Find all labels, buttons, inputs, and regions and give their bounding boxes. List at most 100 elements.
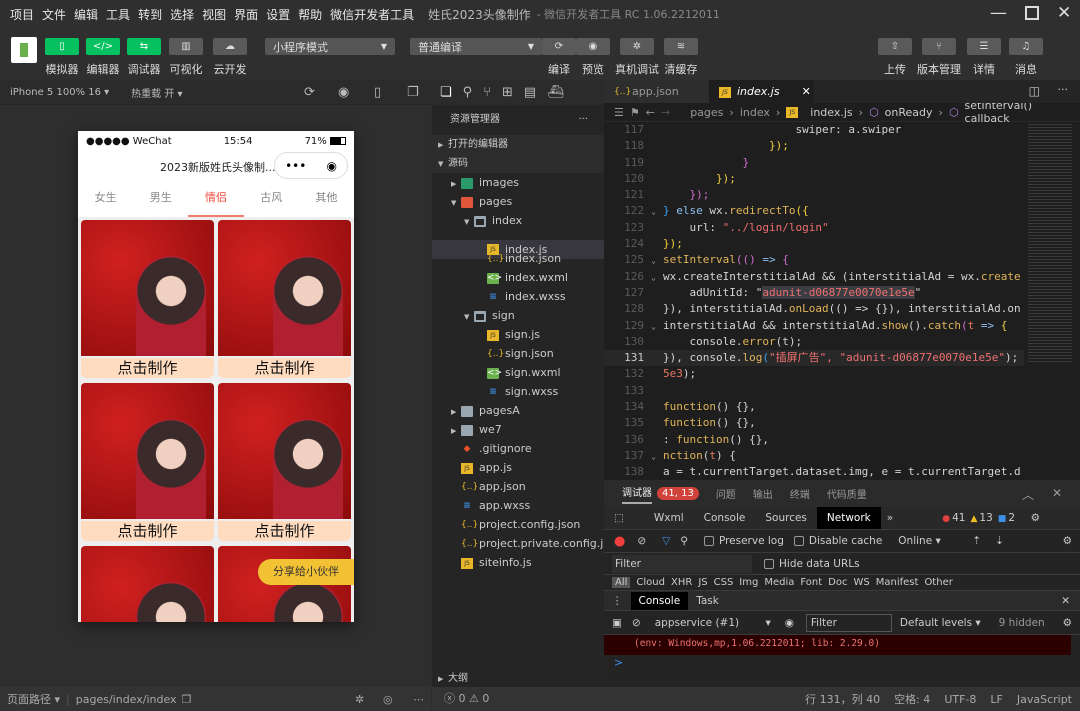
fold-chevron-icon[interactable]: ⌄ xyxy=(644,204,663,220)
code-line[interactable]: 122 ⌄} else wx.redirectTo({ xyxy=(604,203,1024,219)
menu-item[interactable]: 工具 xyxy=(106,6,130,23)
code-line[interactable]: 119 } xyxy=(604,155,1024,171)
clear-icon[interactable]: ⊘ xyxy=(637,535,646,547)
more-icon[interactable]: ··· xyxy=(1058,83,1069,96)
copy-icon[interactable]: ❐ xyxy=(182,693,192,706)
code-line[interactable]: 128}), interstitialAd.onLoad(() => {}), … xyxy=(604,301,1024,317)
line-ending[interactable]: LF xyxy=(990,693,1002,706)
fold-chevron-icon[interactable]: ⌄ xyxy=(644,449,663,465)
code-line[interactable]: 120 }); xyxy=(604,171,1024,187)
file-tree-item[interactable]: {..}index.json xyxy=(432,249,604,268)
menu-item[interactable]: 文件 xyxy=(42,6,66,23)
breadcrumb-item[interactable]: onReady xyxy=(885,106,933,119)
clear-console-icon[interactable]: ⊘ xyxy=(632,617,641,629)
code-line[interactable]: 130 console.error(t); xyxy=(604,334,1024,350)
close-icon[interactable]: ✕ xyxy=(1052,486,1062,500)
throttle-select[interactable]: Online ▾ xyxy=(898,535,958,547)
type-filter[interactable]: XHR xyxy=(671,577,692,588)
code-line[interactable]: 137 ⌄ nction(t) { xyxy=(604,448,1024,464)
cursor-position[interactable]: 行 131，列 40 xyxy=(805,691,880,707)
device-select[interactable]: iPhone 5 100% 16 ▾ xyxy=(10,87,109,98)
mode-select[interactable]: 小程序模式 ▼ xyxy=(265,38,395,55)
search-icon[interactable]: ⚲ xyxy=(463,85,473,100)
language-mode[interactable]: JavaScript xyxy=(1017,693,1072,706)
devtools-tab[interactable]: 输出 xyxy=(753,486,773,501)
inspect-icon[interactable]: ⬚ xyxy=(614,512,624,524)
eye-button[interactable]: ◉ xyxy=(576,38,610,55)
file-tree-item[interactable]: ≡ index.wxss xyxy=(432,287,604,306)
type-filter[interactable]: Font xyxy=(800,577,822,588)
file-tree-item[interactable]: <> sign.wxml xyxy=(432,363,604,382)
more-panels-icon[interactable]: » xyxy=(887,512,893,524)
outline-section[interactable]: ▶ 大纲 xyxy=(432,671,604,687)
code-line[interactable]: 125 ⌄ setInterval(() => { xyxy=(604,252,1024,268)
avatar-image[interactable] xyxy=(218,383,351,519)
maximize-button[interactable] xyxy=(1025,6,1039,20)
type-filter[interactable]: Media xyxy=(764,577,794,588)
phone-button[interactable]: ▯ xyxy=(45,38,79,55)
drawer-tab[interactable]: Console xyxy=(630,591,689,610)
live-expression-icon[interactable]: ◉ xyxy=(785,617,794,629)
devtools-tab[interactable]: 调试器 xyxy=(622,484,652,504)
devtools-tab[interactable]: 终端 xyxy=(790,486,810,501)
close-window-button[interactable]: ✕ xyxy=(1057,3,1071,23)
source-control-icon[interactable]: ⑂ xyxy=(483,85,491,100)
encoding[interactable]: UTF-8 xyxy=(944,693,976,706)
type-filter[interactable]: Cloud xyxy=(636,577,665,588)
type-filter[interactable]: JS xyxy=(698,577,707,588)
file-tree-item[interactable]: <> index.wxml xyxy=(432,268,604,287)
avatar-card[interactable]: 点击制作 xyxy=(81,383,214,542)
drawer-tab[interactable]: Task xyxy=(688,592,727,610)
filter-icon[interactable]: ▽ xyxy=(662,535,670,547)
code-line[interactable]: 132 5e3); xyxy=(604,366,1024,382)
menu-item[interactable]: 设置 xyxy=(266,6,290,23)
bookmark-icon[interactable]: ⚑ xyxy=(630,106,640,119)
search-icon[interactable]: ⚲ xyxy=(680,535,688,547)
device-icon[interactable]: ▯ xyxy=(374,85,381,100)
breadcrumb-item[interactable]: index xyxy=(740,106,770,119)
indentation[interactable]: 空格: 4 xyxy=(894,691,930,707)
avatar-card[interactable]: 点击制作 xyxy=(81,546,214,622)
console-prompt[interactable]: > xyxy=(614,656,623,669)
context-select[interactable]: appservice (#1) ▾ xyxy=(655,617,771,629)
collapse-icon[interactable]: ︿ xyxy=(1022,486,1034,503)
code-line[interactable]: 131}), console.log("插屏广告", "adunit-d0687… xyxy=(604,350,1024,367)
eye-icon[interactable]: ◎ xyxy=(383,693,393,706)
code-line[interactable]: 138 a = t.currentTarget.dataset.img, e = … xyxy=(604,464,1024,480)
avatar-card[interactable]: 点击制作 xyxy=(218,383,351,542)
forward-arrow-icon[interactable]: → xyxy=(661,106,670,119)
page-path-select[interactable]: 页面路径 ▾ xyxy=(7,691,60,707)
share-button[interactable]: 分享给小伙伴 xyxy=(258,559,354,585)
more-icon[interactable]: ••• xyxy=(285,159,306,173)
code-line[interactable]: 117 swiper: a.swiper xyxy=(604,122,1024,138)
make-button[interactable]: 点击制作 xyxy=(81,358,214,378)
code-line[interactable]: 121 }); xyxy=(604,187,1024,203)
menu-item[interactable]: 项目 xyxy=(10,6,34,23)
console-filter-input[interactable]: Filter xyxy=(805,613,892,632)
file-tree-item[interactable]: {..}project.config.json xyxy=(432,515,604,534)
type-filter[interactable]: WS xyxy=(854,577,870,588)
problems-indicator[interactable]: ⓧ 0 ⚠ 0 xyxy=(432,687,604,711)
avatar-card[interactable]: 点击制作 xyxy=(218,220,351,379)
tab-3[interactable]: 古风 xyxy=(244,181,299,217)
file-tree-item[interactable]: {..}sign.json xyxy=(432,344,604,363)
layout-button[interactable]: ▥ xyxy=(169,38,203,55)
type-filter[interactable]: CSS xyxy=(714,577,734,588)
close-miniprogram-icon[interactable]: ◉ xyxy=(326,159,336,173)
avatar-image[interactable] xyxy=(81,220,214,356)
hot-reload-toggle[interactable]: 热重载 开 ▾ xyxy=(131,85,182,100)
bug-icon[interactable]: ✲ xyxy=(355,693,364,706)
back-arrow-icon[interactable]: ← xyxy=(646,106,655,119)
editor-tab[interactable]: {..}app.json xyxy=(604,80,709,103)
branch-button[interactable]: ⑂ xyxy=(922,38,956,55)
export-har-icon[interactable]: ⇣ xyxy=(995,535,1004,547)
type-filter[interactable]: All xyxy=(612,577,631,588)
breadcrumb-item[interactable]: index.js xyxy=(810,106,852,119)
devtools-tab[interactable]: 问题 xyxy=(716,486,736,501)
storage-icon[interactable]: ▤ xyxy=(524,85,536,100)
avatar-card[interactable]: 点击制作 xyxy=(81,220,214,379)
debug-button[interactable]: ⇆ xyxy=(127,38,161,55)
make-button[interactable]: 点击制作 xyxy=(81,521,214,541)
menu-item[interactable]: 视图 xyxy=(202,6,226,23)
settings-icon[interactable]: ⚙ xyxy=(1063,535,1072,547)
